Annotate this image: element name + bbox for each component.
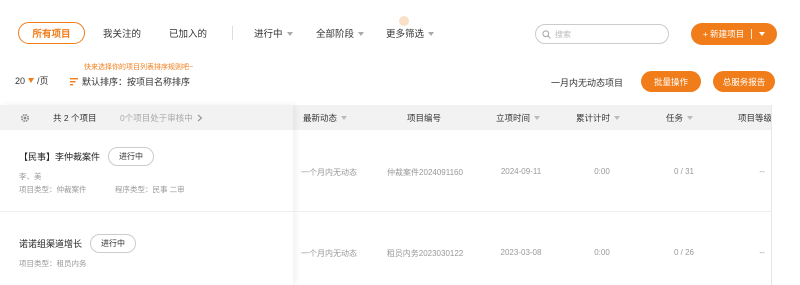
sort-caret-icon (341, 115, 348, 120)
divider (232, 26, 233, 40)
sort-caret-icon (687, 115, 694, 120)
chevron-down-icon (28, 78, 35, 83)
batch-operation-button[interactable]: 批量操作 (641, 71, 701, 92)
row-tasks: 0 / 26 (673, 248, 694, 257)
search-box[interactable] (535, 24, 669, 44)
col-total-time[interactable]: 累计计时 (576, 105, 621, 130)
page-size-unit: /页 (37, 76, 49, 86)
page-size-selector[interactable]: 20 /页 (15, 74, 49, 87)
table-row-title[interactable]: 【民事】李仲裁案件 进行中 (19, 147, 155, 166)
new-project-label: + 新建项目 (702, 29, 745, 39)
inactive-projects-link[interactable]: 一月内无动态项目 (551, 76, 623, 89)
status-badge: 进行中 (90, 234, 137, 253)
settings-icon[interactable] (20, 105, 30, 130)
row-date: 2024-09-11 (500, 167, 542, 176)
chevron-right-icon (197, 114, 203, 121)
project-type: 项目类型：仲裁案件 (19, 185, 87, 194)
col-tasks[interactable]: 任务 (666, 105, 694, 130)
procedure-type: 程序类型：民事 二审 (115, 185, 185, 194)
col-latest-activity[interactable]: 最新动态 (303, 105, 348, 130)
sort-icon (70, 78, 78, 86)
col-label: 项目编号 (407, 112, 442, 123)
sort-selector[interactable]: 默认排序：按项目名称排序 (70, 75, 190, 88)
sort-caret-icon (534, 115, 541, 120)
button-divider (751, 29, 753, 39)
col-label: 任务 (666, 112, 684, 123)
project-title[interactable]: 诺诺组渠道增长 (19, 237, 82, 250)
service-report-button[interactable]: 总服务报告 (713, 71, 775, 92)
chevron-down-icon (358, 31, 365, 36)
scrollbar-track[interactable] (771, 105, 772, 285)
sort-hint: 快来选择你的项目列表排序规则吧~ (84, 64, 194, 71)
project-title[interactable]: 【民事】李仲裁案件 (19, 150, 100, 163)
row-date: 2023-03-08 (500, 248, 542, 257)
col-start-date[interactable]: 立项时间 (496, 105, 541, 130)
more-filters-dropdown[interactable]: 更多筛选 (386, 22, 435, 44)
chevron-down-icon[interactable] (759, 32, 766, 36)
row-level: -- (759, 248, 765, 257)
chevron-down-icon (286, 31, 293, 36)
sort-label: 默认排序：按项目名称排序 (82, 77, 191, 87)
project-count: 共 2 个项目 (53, 112, 97, 123)
new-project-button[interactable]: + 新建项目 (691, 23, 777, 45)
status-dropdown[interactable]: 进行中 (254, 22, 293, 44)
stage-dropdown-label: 全部阶段 (316, 29, 355, 40)
row-divider (0, 211, 771, 212)
row-time: 0:00 (594, 167, 610, 176)
project-members: 李、美 (19, 172, 42, 181)
project-list-page: 所有项目 我关注的 已加入的 进行中 全部阶段 更多筛选 + 新建项目 快来选择… (0, 0, 800, 285)
row-time: 0:00 (594, 248, 610, 257)
tab-following[interactable]: 我关注的 (103, 22, 141, 44)
row-activity: 一个月内无动态 (301, 168, 357, 177)
more-filters-label: 更多筛选 (386, 29, 425, 40)
tab-joined[interactable]: 已加入的 (169, 22, 207, 44)
review-note: 0个项目处于审核中 (120, 112, 193, 123)
review-link[interactable]: 0个项目处于审核中 (120, 105, 203, 130)
row-activity: 一个月内无动态 (301, 249, 357, 258)
search-input[interactable] (555, 29, 655, 39)
col-project-code: 项目编号 (407, 105, 441, 130)
row-tasks: 0 / 31 (673, 167, 694, 176)
status-dropdown-label: 进行中 (254, 29, 283, 40)
page-size-value: 20 (15, 75, 26, 86)
project-type: 项目类型：租员内务 (19, 259, 87, 268)
row-code: 租员内务2023030122 (386, 249, 464, 258)
col-project-level[interactable]: 项目等级 (738, 105, 771, 130)
search-icon (542, 29, 551, 39)
status-badge: 进行中 (108, 147, 155, 166)
col-label: 累计计时 (576, 112, 611, 123)
row-code: 仲裁案件2024091160 (387, 168, 463, 177)
col-label: 项目等级 (738, 112, 771, 123)
tab-all-projects[interactable]: 所有项目 (18, 22, 85, 44)
col-label: 立项时间 (496, 112, 531, 123)
sort-caret-icon (614, 115, 621, 120)
chevron-down-icon (428, 31, 435, 36)
row-level: -- (759, 167, 765, 176)
col-label: 最新动态 (303, 112, 338, 123)
table-row-title[interactable]: 诺诺组渠道增长 进行中 (19, 234, 137, 253)
stage-dropdown[interactable]: 全部阶段 (316, 22, 365, 44)
